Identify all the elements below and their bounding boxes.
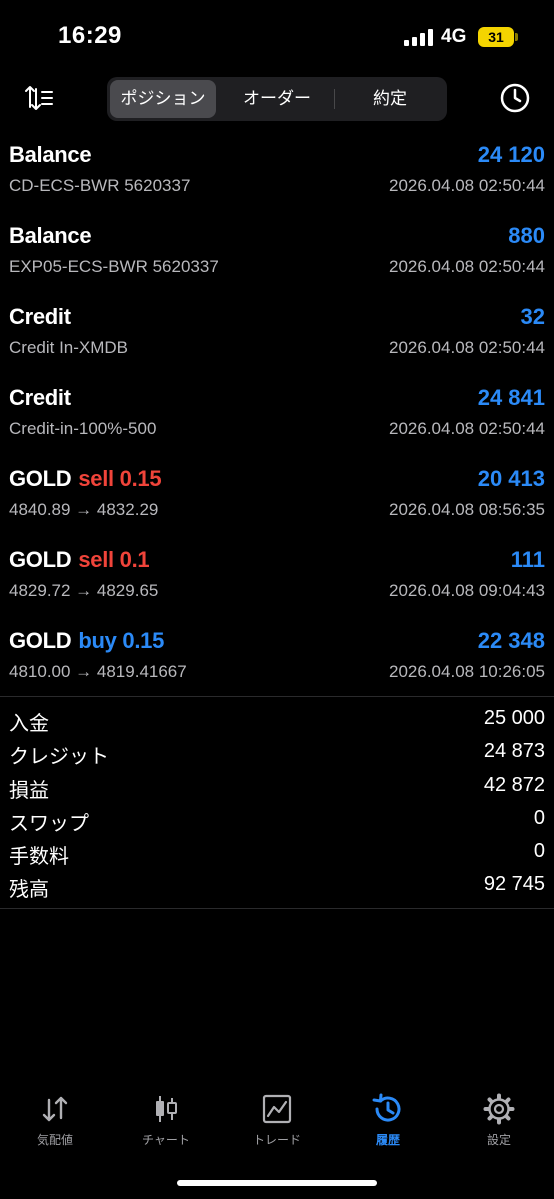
transaction-row[interactable]: Balance 24 120 CD-ECS-BWR 5620337 2026.0…	[0, 136, 554, 217]
tab-label: 気配値	[36, 1133, 73, 1147]
transaction-type: Credit	[9, 385, 71, 410]
summary-value: 25 000	[483, 707, 545, 729]
home-indicator[interactable]	[177, 1180, 377, 1186]
sort-icon[interactable]	[24, 84, 56, 112]
summary-value: 24 873	[483, 740, 545, 763]
transaction-prices: 4829.72 → 4829.65	[9, 581, 159, 600]
transaction-comment: Credit In-XMDB	[9, 338, 129, 357]
transaction-side-volume: buy 0.15	[78, 628, 165, 653]
transaction-type: Balance	[9, 142, 92, 167]
transaction-side-volume: sell 0.1	[78, 547, 150, 572]
segment-deals[interactable]: 約定	[336, 80, 444, 118]
transaction-type: Balance	[9, 223, 92, 248]
segment-divider	[334, 89, 335, 109]
transaction-symbol: GOLD	[9, 466, 72, 491]
transaction-type: Credit	[9, 304, 71, 329]
transaction-date: 2026.04.08 02:50:44	[389, 419, 545, 438]
transaction-symbol: GOLD	[9, 628, 72, 653]
tab-settings[interactable]: 設定	[444, 1088, 554, 1158]
transaction-row[interactable]: GOLD sell 0.1 111 4829.72 → 4829.65 2026.…	[0, 541, 554, 622]
tab-label: 履歴	[375, 1133, 400, 1147]
transaction-amount: 880	[508, 223, 545, 248]
trade-chart-icon	[262, 1094, 292, 1124]
transaction-profit: 111	[510, 547, 545, 572]
network-type: 4G	[441, 26, 467, 47]
transaction-symbol: GOLD	[9, 547, 72, 572]
summary-label: クレジット	[9, 746, 109, 769]
quotes-arrows-icon	[42, 1096, 68, 1122]
summary-row-credit: クレジット 24 873	[0, 736, 554, 769]
summary-row-balance: 残高 92 745	[0, 869, 554, 902]
transaction-amount: 32	[520, 304, 545, 329]
summary-value: 0	[533, 840, 545, 863]
divider	[0, 696, 554, 697]
transaction-list: Balance 24 120 CD-ECS-BWR 5620337 2026.0…	[0, 136, 554, 703]
battery-level: 31	[488, 29, 504, 45]
segment-orders[interactable]: オーダー	[222, 80, 332, 118]
transaction-comment: EXP05-ECS-BWR 5620337	[9, 257, 219, 276]
transaction-comment: Credit-in-100%-500	[9, 419, 157, 438]
transaction-date: 2026.04.08 09:04:43	[389, 581, 545, 600]
transaction-profit: 22 348	[477, 628, 545, 653]
transaction-row[interactable]: Credit 32 Credit In-XMDB 2026.04.08 02:5…	[0, 298, 554, 379]
toolbar: ポジション オーダー 約定	[0, 72, 554, 132]
transaction-row[interactable]: GOLD buy 0.15 22 348 4810.00 → 4819.41667…	[0, 622, 554, 703]
transaction-date: 2026.04.08 02:50:44	[389, 257, 545, 276]
summary-label: 入金	[9, 713, 49, 735]
tab-trade[interactable]: トレード	[222, 1088, 332, 1158]
cellular-signal-icon	[404, 29, 434, 46]
transaction-comment: CD-ECS-BWR 5620337	[9, 176, 191, 195]
transaction-amount: 24 841	[477, 385, 545, 410]
transaction-date: 2026.04.08 02:50:44	[389, 176, 545, 195]
transaction-row[interactable]: GOLD sell 0.15 20 413 4840.89 → 4832.29 2…	[0, 460, 554, 541]
summary-label: スワップ	[9, 812, 89, 835]
summary-row-commission: 手数料 0	[0, 836, 554, 869]
summary-row-deposit: 入金 25 000	[0, 703, 554, 736]
summary-label: 残高	[9, 879, 49, 902]
tab-label: トレード	[252, 1133, 301, 1147]
tab-quotes[interactable]: 気配値	[0, 1088, 110, 1158]
summary-value: 92 745	[483, 873, 545, 896]
transaction-row[interactable]: Credit 24 841 Credit-in-100%-500 2026.04…	[0, 379, 554, 460]
summary-value: 42 872	[483, 773, 545, 796]
status-time: 16:29	[58, 22, 122, 49]
tab-bar: 気配値 チャート トレード 履歴 設定	[0, 1088, 554, 1168]
transaction-date: 2026.04.08 08:56:35	[389, 500, 545, 519]
summary-row-profit: 損益 42 872	[0, 770, 554, 803]
transaction-prices: 4810.00 → 4819.41667	[9, 662, 187, 681]
history-segmented-control: ポジション オーダー 約定	[107, 77, 447, 121]
transaction-row[interactable]: Balance 880 EXP05-ECS-BWR 5620337 2026.0…	[0, 217, 554, 298]
summary-label: 損益	[9, 779, 49, 802]
transaction-date: 2026.04.08 02:50:44	[389, 338, 545, 357]
transaction-side-volume: sell 0.15	[78, 466, 162, 491]
candlestick-icon	[156, 1096, 177, 1122]
transaction-amount: 24 120	[477, 142, 545, 167]
segment-positions[interactable]: ポジション	[110, 80, 216, 118]
transaction-prices: 4840.89 → 4832.29	[9, 500, 159, 519]
tab-label: 設定	[486, 1133, 511, 1147]
history-icon	[372, 1093, 401, 1122]
account-summary: 入金 25 000 クレジット 24 873 損益 42 872 スワップ 0 …	[0, 703, 554, 903]
divider	[0, 908, 554, 909]
tab-chart[interactable]: チャート	[111, 1088, 221, 1158]
summary-row-swap: スワップ 0	[0, 803, 554, 836]
summary-label: 手数料	[9, 846, 69, 869]
tab-label: チャート	[142, 1133, 190, 1147]
clock-icon[interactable]	[499, 82, 531, 114]
status-bar: 16:29 4G 31	[0, 0, 554, 72]
gear-icon	[483, 1093, 515, 1125]
transaction-profit: 20 413	[477, 466, 545, 491]
transaction-date: 2026.04.08 10:26:05	[389, 662, 545, 681]
battery-icon: 31	[478, 27, 518, 47]
summary-value: 0	[533, 806, 545, 829]
tab-history[interactable]: 履歴	[333, 1088, 443, 1158]
